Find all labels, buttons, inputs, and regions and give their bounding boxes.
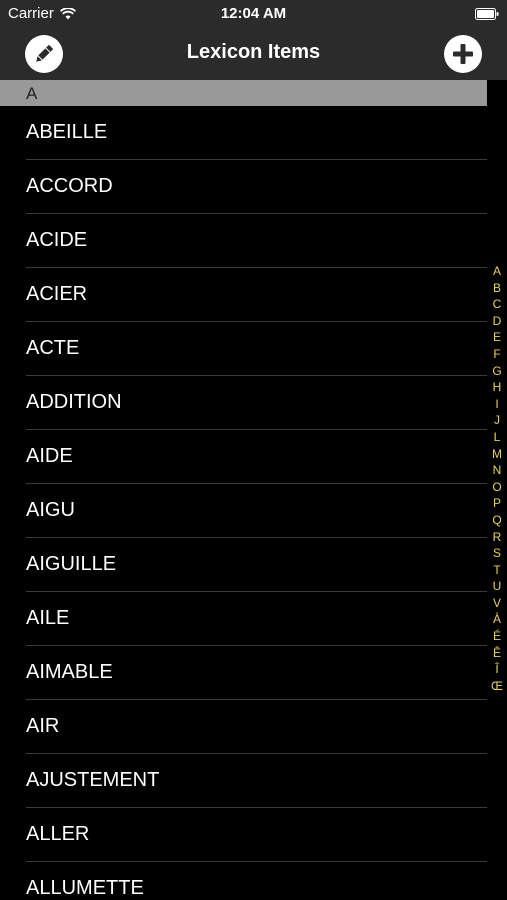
index-letter[interactable]: T	[493, 562, 500, 579]
nav-bar: Lexicon Items	[0, 28, 507, 80]
screen: Carrier 12:04 AM Lexicon Items A ABEILLE…	[0, 0, 507, 900]
list-item-label: AJUSTEMENT	[26, 769, 160, 791]
section-index[interactable]: ABCDEFGHIJLMNOPQRSTUVÀÉÊÎŒ	[487, 263, 507, 694]
index-letter[interactable]: O	[492, 479, 501, 496]
index-letter[interactable]: V	[493, 595, 501, 612]
index-letter[interactable]: M	[492, 446, 502, 463]
list-item[interactable]: ACIDE	[0, 214, 487, 268]
index-letter[interactable]: P	[493, 495, 501, 512]
index-letter[interactable]: N	[493, 462, 502, 479]
status-time: 12:04 AM	[220, 5, 287, 22]
index-letter[interactable]: Q	[492, 512, 501, 529]
index-letter[interactable]: É	[493, 628, 501, 645]
list-item-label: ACTE	[26, 337, 80, 359]
index-letter[interactable]: S	[493, 545, 501, 562]
section-header: A	[0, 80, 487, 106]
list-item-label: AILE	[26, 607, 70, 629]
index-letter[interactable]: L	[494, 429, 501, 446]
list-item[interactable]: ACTE	[0, 322, 487, 376]
list-item[interactable]: ALLER	[0, 808, 487, 862]
list-item-label: AIGU	[26, 499, 75, 521]
list-item[interactable]: ABEILLE	[0, 106, 487, 160]
index-letter[interactable]: I	[495, 396, 498, 413]
index-letter[interactable]: À	[493, 611, 501, 628]
list-item[interactable]: AIDE	[0, 430, 487, 484]
list-item[interactable]: ACIER	[0, 268, 487, 322]
list-item-label: ADDITION	[26, 391, 122, 413]
add-button[interactable]	[444, 35, 482, 73]
list-item-label: ACIDE	[26, 229, 88, 251]
index-letter[interactable]: Î	[495, 661, 498, 678]
list-item-label: ALLUMETTE	[26, 877, 144, 899]
list-item[interactable]: ADDITION	[0, 376, 487, 430]
list-item[interactable]: ALLUMETTE	[0, 862, 487, 900]
list-item[interactable]: AILE	[0, 592, 487, 646]
index-letter[interactable]: Œ	[491, 678, 503, 695]
list-item[interactable]: ACCORD	[0, 160, 487, 214]
list-item-label: AIR	[26, 715, 60, 737]
index-letter[interactable]: E	[493, 329, 501, 346]
list-item-label: ABEILLE	[26, 121, 108, 143]
index-letter[interactable]: G	[492, 363, 501, 380]
list-item-label: ALLER	[26, 823, 90, 845]
list-item[interactable]: AIGU	[0, 484, 487, 538]
index-letter[interactable]: F	[493, 346, 500, 363]
index-letter[interactable]: Ê	[493, 645, 501, 662]
rows-container: ABEILLE ACCORD ACIDE ACIER ACTE ADDITION AIDE A…	[0, 106, 487, 900]
page-title: Lexicon Items	[186, 41, 321, 63]
plus-icon	[453, 44, 473, 64]
list-item-label: AIMABLE	[26, 661, 113, 683]
index-letter[interactable]: D	[493, 313, 502, 330]
list-item[interactable]: AIGUILLE	[0, 538, 487, 592]
index-letter[interactable]: B	[493, 280, 501, 297]
list-item-label: AIDE	[26, 445, 73, 467]
battery-icon	[475, 8, 499, 20]
list-item-label: ACIER	[26, 283, 88, 305]
list-item[interactable]: AIMABLE	[0, 646, 487, 700]
list-item[interactable]: AIR	[0, 700, 487, 754]
index-letter[interactable]: R	[493, 529, 502, 546]
index-letter[interactable]: A	[493, 263, 501, 280]
status-bar: Carrier 12:04 AM	[0, 0, 507, 28]
lexicon-list: A ABEILLE ACCORD ACIDE ACIER ACTE ADDITION AID…	[0, 80, 487, 900]
index-letter[interactable]: J	[494, 412, 500, 429]
list-item-label: ACCORD	[26, 175, 113, 197]
index-letter[interactable]: C	[493, 296, 502, 313]
list-item[interactable]: AJUSTEMENT	[0, 754, 487, 808]
index-letter[interactable]: H	[493, 379, 502, 396]
list-item-label: AIGUILLE	[26, 553, 117, 575]
index-letter[interactable]: U	[493, 578, 502, 595]
